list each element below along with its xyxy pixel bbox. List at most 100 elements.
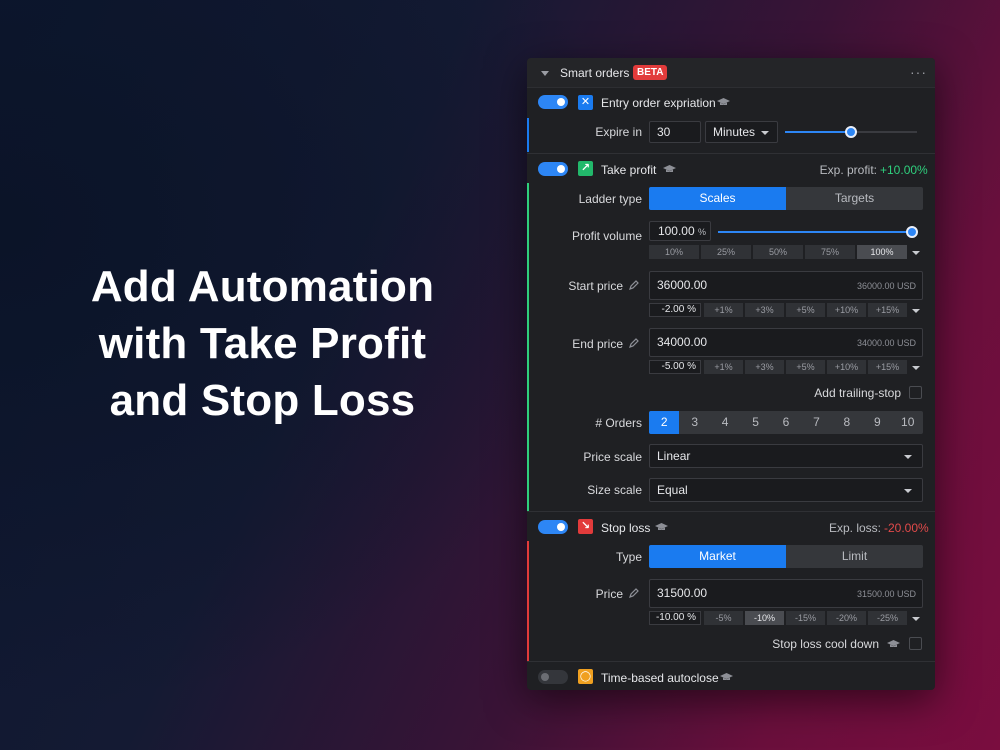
size-scale-label: Size scale bbox=[587, 483, 642, 497]
panel-title: Smart orders bbox=[560, 66, 630, 80]
section-divider bbox=[527, 661, 935, 662]
expire-unit-value: Minutes bbox=[713, 125, 756, 139]
ladder-option-scales[interactable]: Scales bbox=[649, 187, 786, 210]
end-preset[interactable]: +15% bbox=[868, 360, 907, 374]
start-price-presets: +1% +3% +5% +10% +15% bbox=[704, 303, 907, 317]
price-scale-label: Price scale bbox=[583, 450, 642, 464]
pencil-icon[interactable] bbox=[629, 280, 639, 290]
chevron-down-icon[interactable] bbox=[912, 251, 920, 255]
end-price-label: End price bbox=[572, 337, 623, 351]
expire-in-input[interactable]: 30 bbox=[649, 121, 701, 143]
clock-icon: ◯ bbox=[578, 669, 593, 684]
stop-price-percent[interactable]: -10.00 % bbox=[649, 611, 701, 625]
size-scale-value: Equal bbox=[657, 483, 688, 497]
end-price-percent-value: -5.00 bbox=[661, 361, 685, 372]
profit-volume-fill bbox=[718, 231, 913, 233]
start-preset[interactable]: +5% bbox=[786, 303, 825, 317]
orders-count-label: # Orders bbox=[595, 416, 642, 430]
graduation-cap-icon[interactable] bbox=[717, 98, 730, 106]
profit-volume-input[interactable]: 100.00 % bbox=[649, 221, 711, 241]
end-price-percent[interactable]: -5.00 % bbox=[649, 360, 701, 374]
expire-slider-handle[interactable] bbox=[845, 126, 857, 138]
profit-volume-handle[interactable] bbox=[906, 226, 918, 238]
stop-loss-title: Stop loss bbox=[601, 521, 651, 535]
start-preset[interactable]: +1% bbox=[704, 303, 743, 317]
stop-price-presets: -5% -10% -15% -20% -25% bbox=[704, 611, 907, 625]
chevron-down-icon bbox=[904, 455, 912, 459]
start-preset[interactable]: +3% bbox=[745, 303, 784, 317]
size-scale-select[interactable]: Equal bbox=[649, 478, 923, 502]
ladder-option-targets[interactable]: Targets bbox=[786, 187, 923, 210]
chevron-down-icon[interactable] bbox=[912, 617, 920, 621]
expected-profit-value: +10.00% bbox=[880, 163, 928, 177]
entry-expiration-toggle[interactable] bbox=[538, 95, 568, 109]
stop-preset[interactable]: -15% bbox=[786, 611, 825, 625]
stop-preset[interactable]: -25% bbox=[868, 611, 907, 625]
percent-unit: % bbox=[687, 612, 696, 623]
stop-price-label: Price bbox=[595, 587, 623, 601]
end-preset[interactable]: +3% bbox=[745, 360, 784, 374]
section-divider bbox=[527, 511, 935, 512]
end-preset[interactable]: +1% bbox=[704, 360, 743, 374]
x-square-icon: ✕ bbox=[578, 95, 593, 110]
end-preset[interactable]: +5% bbox=[786, 360, 825, 374]
chevron-down-icon bbox=[904, 489, 912, 493]
orders-option[interactable]: 10 bbox=[893, 411, 923, 434]
take-profit-toggle[interactable] bbox=[538, 162, 568, 176]
collapse-caret-icon[interactable] bbox=[541, 71, 549, 76]
chevron-down-icon[interactable] bbox=[912, 309, 920, 313]
expire-in-label: Expire in bbox=[595, 125, 642, 139]
graduation-cap-icon[interactable] bbox=[887, 640, 900, 648]
orders-option[interactable]: 4 bbox=[710, 411, 740, 434]
expire-slider-fill bbox=[785, 131, 851, 133]
volume-preset[interactable]: 50% bbox=[753, 245, 803, 259]
cooldown-checkbox[interactable] bbox=[909, 637, 922, 650]
volume-preset[interactable]: 10% bbox=[649, 245, 699, 259]
graduation-cap-icon[interactable] bbox=[720, 673, 733, 681]
expected-loss-value: -20.00% bbox=[884, 521, 929, 535]
stop-type-limit[interactable]: Limit bbox=[786, 545, 923, 568]
take-profit-bar bbox=[527, 183, 529, 511]
volume-preset[interactable]: 75% bbox=[805, 245, 855, 259]
orders-option[interactable]: 9 bbox=[862, 411, 892, 434]
arrow-up-right-icon: ↗ bbox=[578, 161, 593, 176]
start-preset[interactable]: +15% bbox=[868, 303, 907, 317]
start-preset[interactable]: +10% bbox=[827, 303, 866, 317]
autoclose-toggle[interactable] bbox=[538, 670, 568, 684]
ellipsis-icon[interactable]: ··· bbox=[910, 64, 927, 80]
end-price-hint: 34000.00 USD bbox=[856, 338, 916, 348]
graduation-cap-icon[interactable] bbox=[655, 523, 668, 531]
stop-preset[interactable]: -5% bbox=[704, 611, 743, 625]
cooldown-label: Stop loss cool down bbox=[772, 637, 879, 651]
trailing-stop-checkbox[interactable] bbox=[909, 386, 922, 399]
panel-header: Smart orders BETA ··· bbox=[527, 58, 935, 88]
stop-type-label: Type bbox=[615, 550, 642, 564]
orders-option[interactable]: 2 bbox=[649, 411, 680, 434]
headline: Add Automation with Take Profit and Stop… bbox=[40, 258, 485, 429]
orders-option[interactable]: 8 bbox=[832, 411, 862, 434]
orders-option[interactable]: 5 bbox=[740, 411, 770, 434]
start-price-percent[interactable]: -2.00 % bbox=[649, 303, 701, 317]
orders-option[interactable]: 7 bbox=[801, 411, 831, 434]
orders-option[interactable]: 6 bbox=[771, 411, 801, 434]
stop-preset[interactable]: -20% bbox=[827, 611, 866, 625]
graduation-cap-icon[interactable] bbox=[663, 165, 676, 173]
stop-loss-toggle[interactable] bbox=[538, 520, 568, 534]
profit-volume-presets: 10% 25% 50% 75% 100% bbox=[649, 245, 907, 259]
chevron-down-icon[interactable] bbox=[912, 366, 920, 370]
price-scale-select[interactable]: Linear bbox=[649, 444, 923, 468]
stop-preset-active[interactable]: -10% bbox=[745, 611, 784, 625]
orders-option[interactable]: 3 bbox=[679, 411, 709, 434]
stop-type-switch: Market Limit bbox=[649, 545, 923, 568]
entry-expiration-bar bbox=[527, 118, 529, 152]
section-divider bbox=[527, 153, 935, 154]
stop-type-market[interactable]: Market bbox=[649, 545, 786, 568]
end-preset[interactable]: +10% bbox=[827, 360, 866, 374]
pencil-icon[interactable] bbox=[629, 588, 639, 598]
volume-preset[interactable]: 25% bbox=[701, 245, 751, 259]
profit-volume-unit: % bbox=[697, 227, 706, 237]
volume-preset-active[interactable]: 100% bbox=[857, 245, 907, 259]
autoclose-title: Time-based autoclose bbox=[601, 671, 719, 685]
percent-unit: % bbox=[687, 304, 696, 315]
pencil-icon[interactable] bbox=[629, 338, 639, 348]
